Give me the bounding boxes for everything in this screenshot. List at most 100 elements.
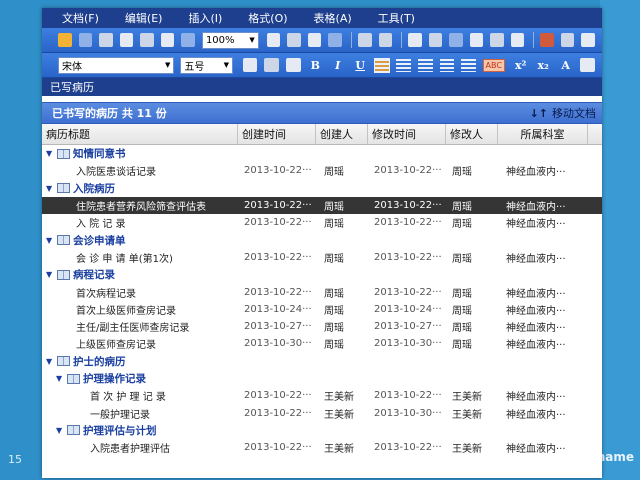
spell-check-button[interactable]: ABC [482, 58, 505, 72]
insert-row-icon[interactable] [428, 33, 443, 47]
table-row[interactable]: 上级医师查房记录 2013-10-30··· 周瑶 2013-10-30··· 周瑶 神经… [42, 335, 602, 352]
cell-modifier: 周瑶 [452, 202, 472, 214]
menu-file[interactable]: 文档(F) [62, 10, 99, 26]
table-row[interactable]: 会 诊 申 请 单(第1次) 2013-10-22··· 周瑶 2013-10-22·… [42, 249, 602, 266]
settings-icon[interactable] [581, 33, 595, 47]
font-size-select[interactable]: 五号 ▼ [180, 56, 233, 74]
brush-icon[interactable] [242, 58, 258, 72]
expand-toggle-icon[interactable]: ▼ [46, 184, 55, 193]
toolbar-separator [533, 32, 535, 48]
cell-created-time: 2013-10-22··· [244, 165, 312, 177]
eraser-icon[interactable] [580, 58, 595, 72]
font-family-select[interactable]: 宋体 ▼ [58, 56, 175, 74]
expand-toggle-icon[interactable]: ▼ [46, 236, 55, 245]
row-title-text: 一般护理记录 [90, 409, 150, 421]
print-preview-icon[interactable] [140, 33, 154, 47]
record-summary-bar: 已书写的病历 共 11 份 ↓↑ 移动文档 [42, 102, 602, 124]
align-right-icon[interactable] [417, 58, 433, 72]
find-icon[interactable] [181, 33, 195, 47]
cut-icon[interactable] [266, 33, 281, 47]
column-header-modified[interactable]: 修改时间 [368, 124, 446, 144]
menu-table[interactable]: 表格(A) [314, 10, 352, 26]
column-header-title[interactable]: 病历标题 [42, 124, 238, 144]
tree-group-row[interactable]: ▼ 护理评估与计划 [42, 422, 602, 439]
cell-modified-time: 2013-10-22··· [374, 251, 442, 263]
table-row[interactable]: 入院患者护理评估 2013-10-22··· 王美新 2013-10-22··· 王美新… [42, 439, 602, 456]
insert-column-icon[interactable] [449, 33, 463, 47]
paste-icon[interactable] [307, 33, 322, 47]
bullet-list-icon[interactable] [461, 58, 476, 72]
cell-department: 神经血液内··· [506, 167, 566, 179]
menu-tools[interactable]: 工具(T) [378, 10, 415, 26]
table-icon[interactable] [407, 33, 422, 47]
sign-icon[interactable] [540, 33, 554, 47]
move-document-button[interactable]: ↓↑ 移动文档 [530, 105, 596, 121]
underline-button[interactable]: U [352, 59, 367, 72]
table-row[interactable]: 入 院 记 录 2013-10-22··· 周瑶 2013-10-22··· 周瑶 神经血… [42, 214, 602, 231]
bold-button[interactable]: B [308, 59, 323, 72]
tree-group-row[interactable]: ▼ 会诊申请单 [42, 231, 602, 248]
split-cells-icon[interactable] [490, 33, 504, 47]
cell-creator: 周瑶 [324, 167, 344, 179]
column-header-created[interactable]: 创建时间 [238, 124, 316, 144]
table-row[interactable]: 首 次 护 理 记 录 2013-10-22··· 王美新 2013-10-22···… [42, 387, 602, 404]
subscript-button[interactable]: x₂ [535, 59, 550, 72]
row-title-cell: 一般护理记录 [42, 404, 238, 421]
template-icon[interactable] [510, 33, 525, 47]
tree-group-row[interactable]: ▼ 护理操作记录 [42, 370, 602, 387]
redo-icon[interactable] [378, 33, 393, 47]
menu-insert[interactable]: 插入(I) [188, 10, 222, 26]
format-painter-icon[interactable] [328, 33, 343, 47]
expand-toggle-icon[interactable]: ▼ [46, 357, 55, 366]
cell-department: 神经血液内··· [506, 409, 566, 421]
merge-cells-icon[interactable] [469, 33, 484, 47]
column-header-modifier[interactable]: 修改人 [446, 124, 498, 144]
cell-creator: 王美新 [324, 409, 354, 421]
edit-icon[interactable] [99, 33, 113, 47]
table-row[interactable]: 住院患者营养风险筛查评估表 2013-10-22··· 周瑶 2013-10-22··… [42, 196, 602, 215]
table-row[interactable]: 入院医患谈话记录 2013-10-22··· 周瑶 2013-10-22··· 周瑶 神经… [42, 162, 602, 179]
align-left-icon[interactable] [373, 57, 391, 73]
superscript-button[interactable]: x² [513, 59, 528, 72]
tree-group-row[interactable]: ▼ 知情同意书 [42, 145, 602, 162]
chevron-down-icon: ▼ [165, 61, 171, 69]
menu-format[interactable]: 格式(O) [248, 10, 287, 26]
row-title-text: 主任/副主任医师查房记录 [76, 323, 190, 335]
pen-icon[interactable] [285, 58, 301, 72]
align-justify-icon[interactable] [439, 58, 455, 72]
expand-toggle-icon[interactable]: ▼ [56, 374, 65, 383]
print-icon[interactable] [119, 33, 134, 47]
tree-group-row[interactable]: ▼ 护士的病历 [42, 353, 602, 370]
tree-group-row[interactable]: ▼ 病程记录 [42, 266, 602, 283]
open-folder-icon[interactable] [58, 33, 72, 47]
table-row[interactable]: 首次上级医师查房记录 2013-10-24··· 周瑶 2013-10-24··· 周瑶… [42, 301, 602, 318]
preview-icon[interactable] [160, 33, 175, 47]
font-color-button[interactable]: A [558, 59, 573, 72]
table-row[interactable]: 一般护理记录 2013-10-22··· 王美新 2013-10-30··· 王美新 神经… [42, 404, 602, 421]
document-icon[interactable] [560, 33, 575, 47]
copy-icon[interactable] [287, 33, 301, 47]
slide-right-band [600, 0, 640, 480]
table-row[interactable]: 主任/副主任医师查房记录 2013-10-27··· 周瑶 2013-10-27···… [42, 318, 602, 335]
expand-toggle-icon[interactable]: ▼ [46, 270, 55, 279]
column-header-dept[interactable]: 所属科室 [498, 124, 588, 144]
font-size-value: 五号 [184, 61, 205, 73]
cell-creator: 周瑶 [324, 253, 344, 265]
expand-toggle-icon[interactable]: ▼ [56, 426, 65, 435]
cell-created-time: 2013-10-22··· [244, 217, 312, 229]
chevron-down-icon: ▼ [223, 61, 229, 69]
expand-toggle-icon[interactable]: ▼ [46, 149, 55, 158]
highlight-icon[interactable] [264, 58, 279, 72]
column-header-creator[interactable]: 创建人 [316, 124, 368, 144]
align-center-icon[interactable] [396, 58, 411, 72]
tree-group-row[interactable]: ▼ 入院病历 [42, 180, 602, 197]
menu-edit[interactable]: 编辑(E) [125, 10, 163, 26]
undo-icon[interactable] [357, 33, 372, 47]
table-row[interactable]: 首次病程记录 2013-10-22··· 周瑶 2013-10-22··· 周瑶 神经血液… [42, 283, 602, 300]
italic-button[interactable]: I [330, 59, 345, 72]
folder-book-icon [57, 269, 70, 280]
zoom-select[interactable]: 100% ▼ [201, 31, 259, 49]
cell-created-time: 2013-10-22··· [244, 442, 312, 454]
save-icon[interactable] [78, 33, 93, 47]
row-title-cell: ▼ 会诊申请单 [42, 231, 238, 248]
